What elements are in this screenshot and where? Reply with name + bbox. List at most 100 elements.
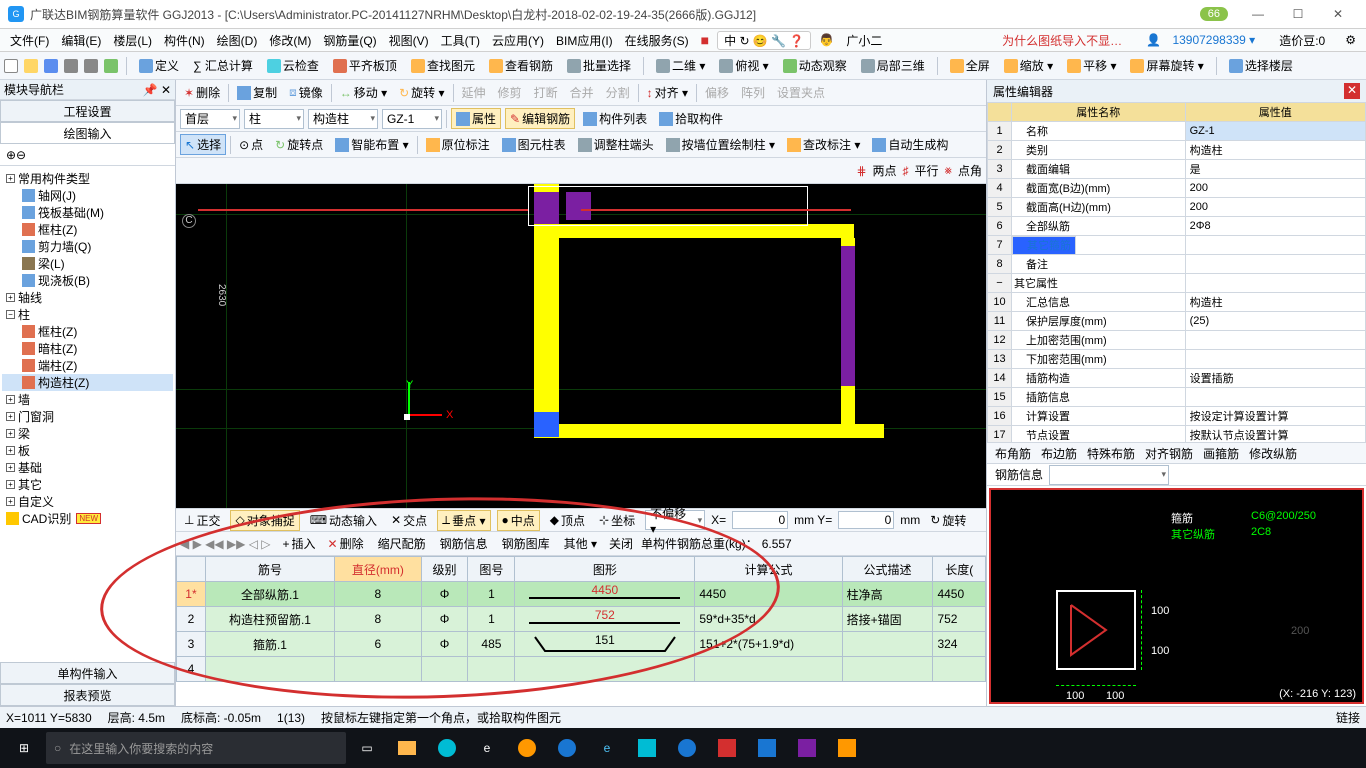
- move-button[interactable]: ↔移动 ▾: [336, 83, 391, 102]
- tree-toolbar[interactable]: ⊕⊖: [0, 144, 175, 166]
- task-view-icon[interactable]: ▭: [352, 733, 382, 763]
- property-table[interactable]: 属性名称属性值1名称GZ-12类别构造柱3截面编辑是4截面宽(B边)(mm)20…: [987, 102, 1366, 442]
- menu-tools[interactable]: 工具(T): [437, 32, 484, 49]
- copy-button[interactable]: 复制: [233, 83, 281, 102]
- window-maximize[interactable]: ☐: [1278, 2, 1318, 26]
- rebar-table[interactable]: 筋号直径(mm)级别图号图形计算公式公式描述长度(1*全部纵筋.18Φ14450…: [176, 556, 986, 682]
- menu-edit[interactable]: 编辑(E): [57, 32, 105, 49]
- tab-single-component[interactable]: 单构件输入: [0, 662, 175, 684]
- edge-icon[interactable]: e: [472, 733, 502, 763]
- intersection-snap[interactable]: ✕交点: [387, 511, 431, 530]
- menu-draw[interactable]: 绘图(D): [213, 32, 262, 49]
- save-icon[interactable]: [44, 59, 58, 73]
- menu-file[interactable]: 文件(F): [6, 32, 53, 49]
- coord-snap[interactable]: ⊹坐标: [595, 511, 639, 530]
- tree-item[interactable]: +常用构件类型: [2, 170, 173, 187]
- tree-item[interactable]: +墙: [2, 391, 173, 408]
- app-icon-4[interactable]: [632, 733, 662, 763]
- col-table-button[interactable]: 图元柱表: [498, 135, 570, 154]
- define-button[interactable]: 定义: [135, 56, 183, 75]
- tree-item[interactable]: 剪力墙(Q): [2, 238, 173, 255]
- fullscreen-button[interactable]: 全屏: [946, 56, 994, 75]
- close-property-icon[interactable]: ✕: [1344, 83, 1360, 99]
- rebar-info[interactable]: 钢筋信息: [434, 534, 492, 553]
- tree-item[interactable]: +板: [2, 442, 173, 459]
- check-mark-button[interactable]: 查改标注 ▾: [783, 135, 864, 154]
- pan-button[interactable]: 平移 ▾: [1063, 56, 1120, 75]
- app-icon-3[interactable]: [552, 733, 582, 763]
- endpoint-snap[interactable]: ◆顶点: [546, 511, 589, 530]
- point-tool[interactable]: ⊙点: [235, 135, 267, 154]
- app-icon-9[interactable]: [832, 733, 862, 763]
- top-view-button[interactable]: 俯视 ▾: [715, 56, 772, 75]
- rotate-snap[interactable]: ↻旋转: [926, 511, 970, 530]
- orig-mark-button[interactable]: 原位标注: [422, 135, 494, 154]
- 2d-button[interactable]: 二维 ▾: [652, 56, 709, 75]
- pt-angle-icon[interactable]: ⨳: [945, 163, 952, 178]
- undo-icon[interactable]: [64, 59, 78, 73]
- open-icon[interactable]: [24, 59, 38, 73]
- rebar-other[interactable]: 其他 ▾: [558, 534, 601, 553]
- tab-stirrup[interactable]: 画箍筋: [1203, 445, 1239, 462]
- tree-item[interactable]: 梁(L): [2, 255, 173, 272]
- tree-item[interactable]: 框柱(Z): [2, 323, 173, 340]
- two-point-icon[interactable]: ⋕: [856, 164, 866, 178]
- rotate-button[interactable]: ↻旋转 ▾: [395, 83, 448, 102]
- tab-corner[interactable]: 布角筋: [995, 445, 1031, 462]
- menu-bim[interactable]: BIM应用(I): [552, 32, 617, 49]
- offset-select[interactable]: 不偏移 ▾: [645, 510, 705, 530]
- view-rebar-button[interactable]: 查看钢筋: [485, 56, 557, 75]
- section-viewport[interactable]: 箍筋 其它纵筋 C6@200/250 2C8 100 100 100 100 2…: [989, 488, 1364, 704]
- dyn-input-toggle[interactable]: ⌨动态输入: [306, 511, 381, 530]
- edit-rebar-button[interactable]: ✎编辑钢筋: [505, 108, 575, 129]
- window-minimize[interactable]: —: [1238, 2, 1278, 26]
- find-element-button[interactable]: 查找图元: [407, 56, 479, 75]
- parallel-button[interactable]: 平行: [915, 162, 939, 179]
- dyn-view-button[interactable]: 动态观察: [779, 56, 851, 75]
- app-icon-5[interactable]: [672, 733, 702, 763]
- tab-modify[interactable]: 修改纵筋: [1249, 445, 1297, 462]
- tree-item[interactable]: +自定义: [2, 493, 173, 510]
- status-link[interactable]: 链接: [1336, 709, 1360, 726]
- close-nav-icon[interactable]: ✕: [161, 83, 171, 97]
- rebar-scale[interactable]: 缩尺配筋: [372, 534, 430, 553]
- tree-item[interactable]: +其它: [2, 476, 173, 493]
- tree-item[interactable]: 框柱(Z): [2, 221, 173, 238]
- tree-item[interactable]: 轴网(J): [2, 187, 173, 204]
- properties-button[interactable]: 属性: [451, 108, 501, 129]
- ie-icon[interactable]: e: [592, 733, 622, 763]
- tab-drawing-input[interactable]: 绘图输入: [0, 122, 175, 144]
- delete-button[interactable]: ✶删除: [180, 83, 224, 102]
- two-point-button[interactable]: 两点: [873, 162, 897, 179]
- pick-component-button[interactable]: 拾取构件: [655, 109, 727, 128]
- category-select[interactable]: 柱: [244, 109, 304, 129]
- tree-item[interactable]: 暗柱(Z): [2, 340, 173, 357]
- x-input[interactable]: [732, 511, 788, 529]
- drawing-viewport[interactable]: C Y X 2630: [176, 184, 986, 508]
- adjust-end-button[interactable]: 调整柱端头: [574, 135, 658, 154]
- menu-component[interactable]: 构件(N): [160, 32, 209, 49]
- local-3d-button[interactable]: 局部三维: [857, 56, 929, 75]
- notify-badge[interactable]: 66: [1200, 7, 1228, 21]
- menu-modify[interactable]: 修改(M): [265, 32, 315, 49]
- subcategory-select[interactable]: 构造柱: [308, 109, 378, 129]
- tree-item[interactable]: +门窗洞: [2, 408, 173, 425]
- sum-calc-button[interactable]: ∑ 汇总计算: [189, 56, 257, 75]
- menu-online[interactable]: 在线服务(S): [621, 32, 693, 49]
- menu-view[interactable]: 视图(V): [385, 32, 433, 49]
- parallel-icon[interactable]: ♯: [903, 164, 909, 178]
- y-input[interactable]: [838, 511, 894, 529]
- screen-rotate-button[interactable]: 屏幕旋转 ▾: [1126, 56, 1207, 75]
- tab-project-settings[interactable]: 工程设置: [0, 100, 175, 122]
- perp-snap[interactable]: ⟂垂点 ▾: [437, 510, 490, 531]
- start-button[interactable]: ⊞: [4, 728, 44, 768]
- cloud-check-button[interactable]: 云检查: [263, 56, 323, 75]
- rebar-info-select[interactable]: [1049, 465, 1169, 485]
- tree-item[interactable]: 筏板基础(M): [2, 204, 173, 221]
- tree-item[interactable]: 现浇板(B): [2, 272, 173, 289]
- zoom-button[interactable]: 缩放 ▾: [1000, 56, 1057, 75]
- tab-special[interactable]: 特殊布筋: [1087, 445, 1135, 462]
- midpoint-snap[interactable]: ●中点: [497, 510, 540, 531]
- ime-popup[interactable]: 中 ↻ 😊 🔧 ❓: [717, 31, 811, 50]
- rebar-lib[interactable]: 钢筋图库: [496, 534, 554, 553]
